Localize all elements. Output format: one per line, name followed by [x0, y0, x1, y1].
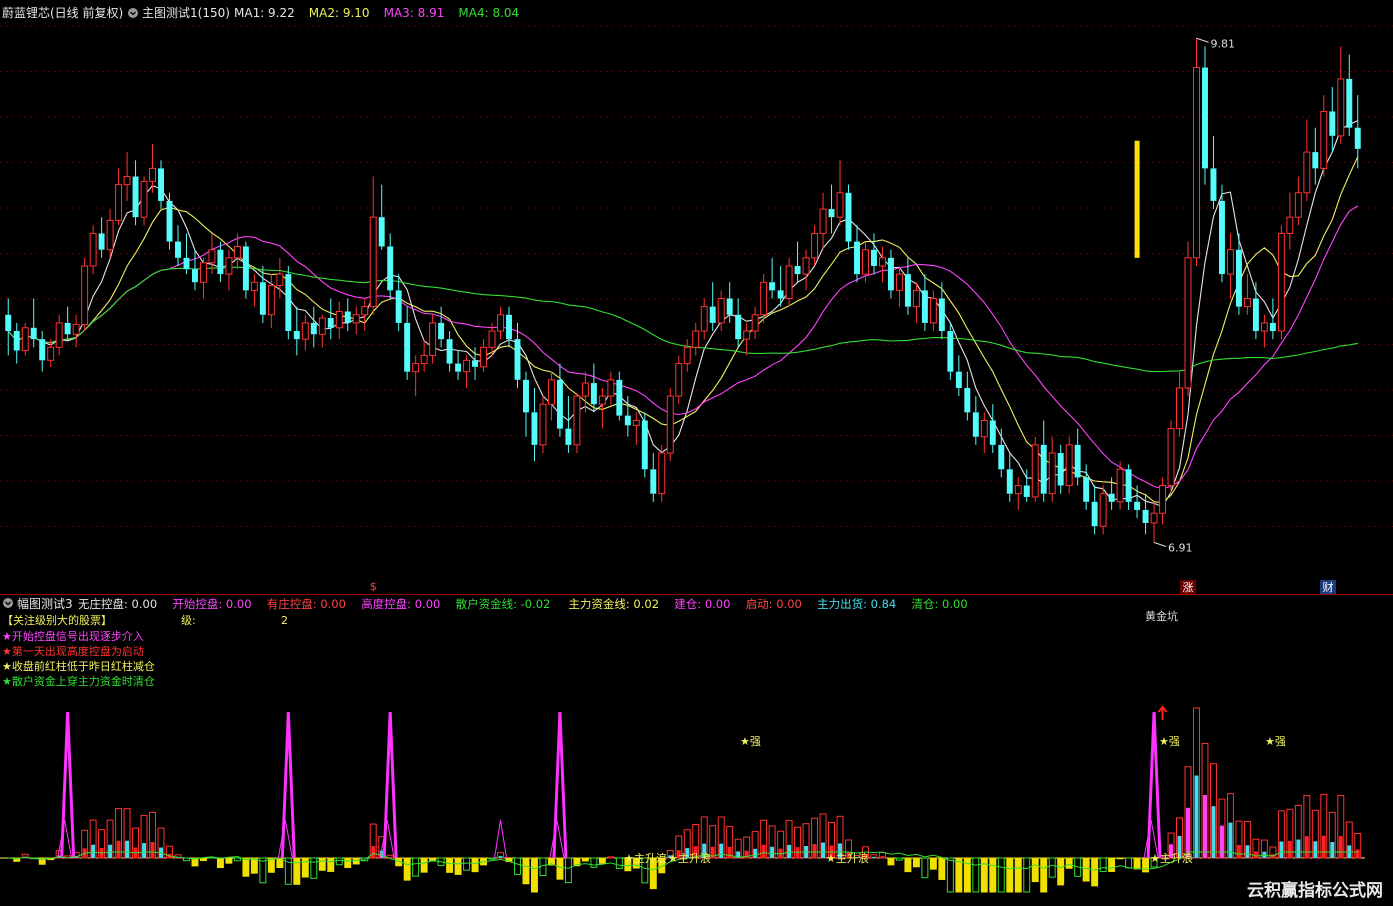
note-line: ★散户资金上穿主力资金时清仓	[2, 674, 155, 688]
sub-indicator-settings-icon[interactable]	[3, 598, 13, 608]
signal-label: 黄金坑	[1145, 609, 1178, 623]
candle	[242, 241, 249, 299]
dollar-marker: $	[370, 580, 377, 593]
candle	[1184, 241, 1192, 397]
indicator-settings-icon[interactable]	[128, 8, 138, 18]
sub-legend-item: 建仓: 0.00	[674, 597, 730, 611]
high-price-label: 9.81	[1210, 37, 1235, 50]
sub-legend-item: 开始控盘: 0.00	[172, 597, 251, 611]
note-line: ★收盘前红柱低于昨日红柱减仓	[2, 659, 155, 673]
candle	[658, 444, 666, 502]
candle	[1167, 420, 1175, 494]
signal-label: ★主升浪	[624, 851, 667, 865]
signal-label: ★强	[1159, 735, 1180, 748]
sub-legend-item: 无庄控盘: 0.00	[78, 597, 157, 611]
candle	[1193, 38, 1200, 266]
main-header: 蔚蓝锂芯(日线 前复权) 主图测试1(150) MA1: 9.22 MA2: 9.…	[2, 5, 519, 20]
level-label: 级:	[181, 614, 196, 627]
candle	[285, 265, 292, 340]
candle	[845, 184, 852, 250]
ma-label: MA1: 9.22	[234, 6, 295, 20]
sub-legend-item: 启动: 0.00	[746, 597, 802, 611]
ma-label: MA3: 8.91	[384, 6, 445, 20]
candle	[666, 387, 674, 462]
candle	[1065, 436, 1073, 494]
svg-text:财: 财	[1323, 580, 1334, 594]
signal-label: ★主升浪	[668, 851, 711, 865]
low-price-label: 6.91	[1168, 541, 1193, 554]
sub-legend-item: 主力出货: 0.84	[817, 597, 896, 611]
candle	[81, 257, 89, 332]
sub-indicator-name: 幅图测试3	[17, 596, 73, 611]
candle	[21, 322, 29, 356]
candle	[166, 192, 173, 250]
main-indicator-name: 主图测试1(150)	[142, 5, 230, 20]
signal-label: ★主升浪	[1150, 851, 1193, 865]
ma-label: MA2: 9.10	[309, 6, 370, 20]
svg-text:涨: 涨	[1183, 581, 1194, 594]
candle	[1277, 225, 1285, 340]
notes-title: 【关注级别大的股票】	[2, 613, 112, 627]
signal-label: ★主升浪	[826, 851, 869, 865]
note-line: ★第一天出现高度控盘为启动	[2, 644, 144, 658]
candle	[573, 392, 581, 454]
signal-bar	[1134, 140, 1140, 258]
candle	[641, 412, 648, 478]
sub-legend-item: 主力资金线: 0.02	[568, 597, 659, 611]
sub-header: 幅图测试3 无庄控盘: 0.00 开始控盘: 0.00 有庄控盘: 0.00 高度控盘…	[3, 596, 968, 611]
zhang-marker: 涨	[1180, 580, 1197, 594]
signal-label: ★强	[1265, 735, 1286, 748]
sub-legend-item: 清仓: 0.00	[912, 597, 968, 611]
cai-marker: 财	[1320, 580, 1336, 594]
stock-chart[interactable]: 9.81 6.91 $ 涨 财 蔚蓝锂芯(日线 前复权) 主图测试1(150) MA1:…	[0, 0, 1393, 906]
watermark: 云积赢指标公式网	[1247, 880, 1383, 901]
signal-label: ★强	[740, 735, 761, 748]
candle	[539, 396, 547, 454]
candle	[1031, 436, 1039, 502]
sub-legend-item: 散户资金线: -0.02	[456, 597, 551, 611]
sub-legend-item: 有庄控盘: 0.00	[267, 597, 346, 611]
sub-legend-item: 高度控盘: 0.00	[361, 597, 440, 611]
sub-legend: 无庄控盘: 0.00 开始控盘: 0.00 有庄控盘: 0.00 高度控盘: 0.00…	[78, 597, 968, 611]
candle	[947, 322, 954, 380]
level-value: 2	[281, 614, 288, 627]
stock-title: 蔚蓝锂芯(日线 前复权)	[2, 5, 123, 20]
note-line: ★开始控盘信号出现逐步介入	[2, 629, 144, 643]
ma-label: MA4: 8.04	[458, 6, 519, 20]
